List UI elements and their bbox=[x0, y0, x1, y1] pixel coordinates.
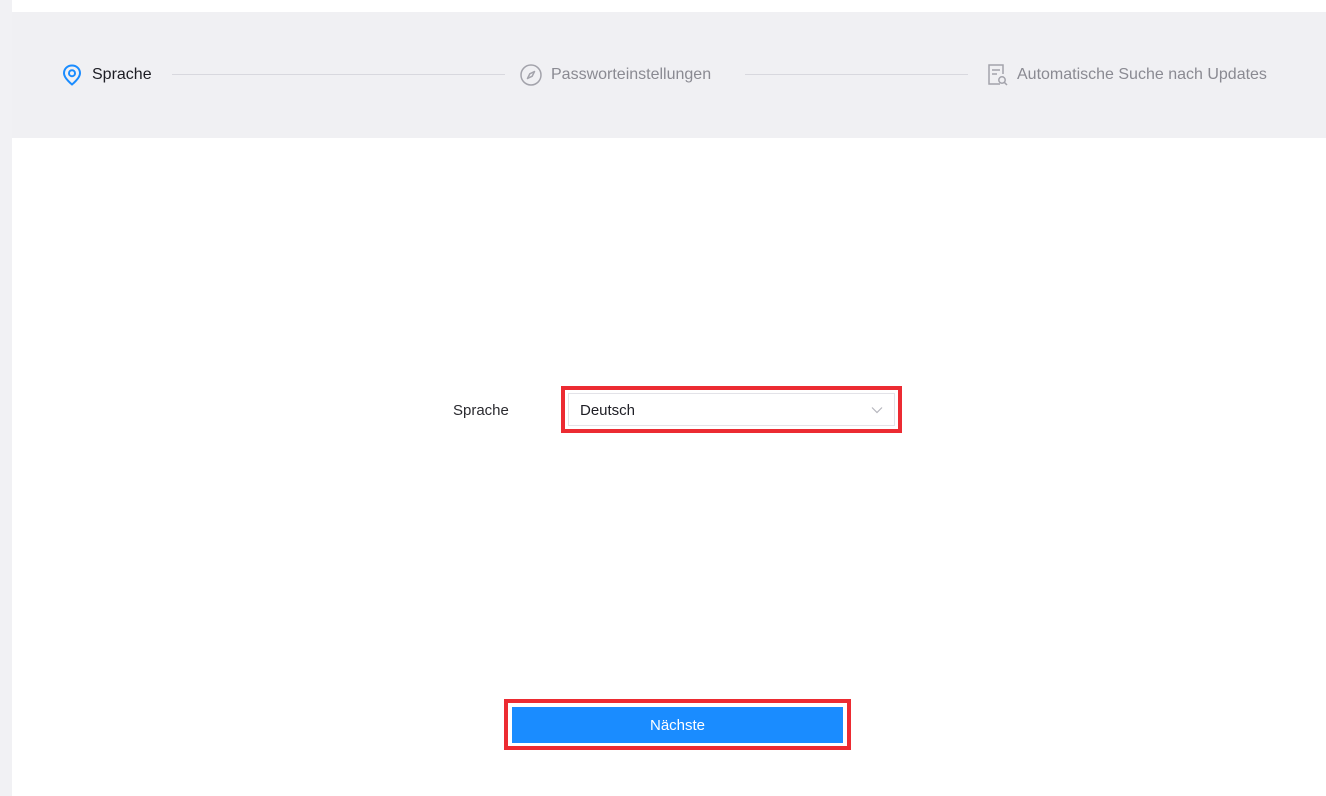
location-pin-icon bbox=[60, 63, 84, 87]
step-password[interactable]: Passworteinstellungen bbox=[519, 61, 711, 89]
step-connector bbox=[172, 74, 505, 75]
chevron-down-icon bbox=[870, 403, 884, 417]
step-language[interactable]: Sprache bbox=[60, 61, 152, 89]
language-label: Sprache bbox=[453, 402, 509, 419]
setup-wizard: Sprache Passworteinstellungen Automatisc… bbox=[0, 0, 1326, 796]
step-connector bbox=[745, 74, 968, 75]
step-updates[interactable]: Automatische Suche nach Updates bbox=[985, 61, 1267, 89]
step-label: Passworteinstellungen bbox=[551, 66, 712, 83]
next-button[interactable]: Nächste bbox=[512, 707, 843, 743]
language-select[interactable]: Deutsch bbox=[568, 393, 895, 426]
language-select-value: Deutsch bbox=[580, 402, 636, 419]
step-label: Sprache bbox=[92, 66, 152, 83]
step-label: Automatische Suche nach Updates bbox=[1017, 66, 1267, 83]
compass-icon bbox=[519, 63, 543, 87]
wizard-stepper: Sprache Passworteinstellungen Automatisc… bbox=[12, 12, 1326, 138]
document-search-icon bbox=[985, 63, 1009, 87]
